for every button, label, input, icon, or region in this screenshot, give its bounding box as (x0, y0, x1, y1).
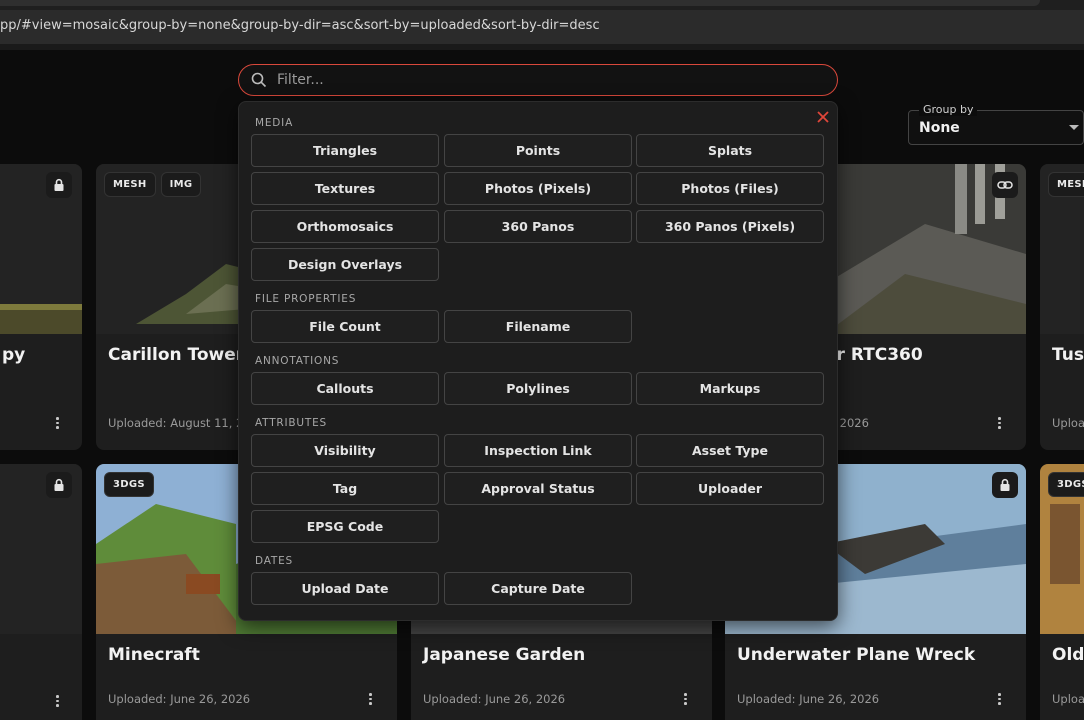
browser-tab[interactable] (0, 0, 1040, 6)
section-media: MEDIA (255, 117, 294, 129)
app-root: pp/#view=mosaic&group-by=none&group-by-d… (0, 0, 1084, 720)
kebab-menu-icon[interactable] (994, 692, 1004, 706)
section-attributes: ATTRIBUTES (255, 417, 328, 429)
close-icon[interactable] (816, 110, 830, 124)
card-badges: 3DGS (104, 472, 154, 497)
filter-upload-date[interactable]: Upload Date (251, 572, 439, 605)
card-uploaded: Uploaded: June 26, 2026 (423, 692, 566, 706)
group-by-value: None (919, 120, 960, 136)
card-title: Carillon Tower (108, 345, 245, 365)
filter-360-panos-pixels[interactable]: 360 Panos (Pixels) (636, 210, 824, 243)
card-title: Japanese Garden (423, 645, 586, 665)
filter-splats[interactable]: Splats (636, 134, 824, 167)
filter-triangles[interactable]: Triangles (251, 134, 439, 167)
card-badges: MESH IMG (104, 172, 202, 197)
browser-tab-strip (0, 0, 1084, 10)
link-icon[interactable] (992, 172, 1018, 198)
filter-file-count[interactable]: File Count (251, 310, 439, 343)
filter-points[interactable]: Points (444, 134, 632, 167)
card-uploaded: Uploa (1052, 416, 1084, 430)
badge-3dgs: 3DGS (1048, 472, 1084, 497)
filter-epsg-code[interactable]: EPSG Code (251, 510, 439, 543)
asset-card[interactable]: MESH Tus Uploa (1040, 164, 1084, 450)
card-title: py (2, 345, 26, 365)
lock-icon (46, 472, 72, 498)
badge-mesh: MESH (104, 172, 156, 197)
filter-360-panos[interactable]: 360 Panos (444, 210, 632, 243)
filter-photos-files[interactable]: Photos (Files) (636, 172, 824, 205)
section-dates: DATES (255, 555, 293, 567)
filter-inspection-link[interactable]: Inspection Link (444, 434, 632, 467)
filter-photos-pixels[interactable]: Photos (Pixels) (444, 172, 632, 205)
card-title: Underwater Plane Wreck (737, 645, 976, 665)
badge-img: IMG (160, 172, 202, 197)
filter-design-overlays[interactable]: Design Overlays (251, 248, 439, 281)
group-by-select[interactable]: Group by None (908, 103, 1084, 145)
filter-visibility[interactable]: Visibility (251, 434, 439, 467)
filter-asset-type[interactable]: Asset Type (636, 434, 824, 467)
asset-card[interactable]: 3DGS Old Uploa (1040, 464, 1084, 720)
group-by-label: Group by (919, 103, 978, 116)
card-title: er RTC360 (825, 345, 923, 365)
card-uploaded: Uploaded: August 11, 2 (108, 416, 244, 430)
card-badges: 3DGS (1048, 472, 1084, 497)
filter-panel: MEDIA Triangles Points Splats Textures P… (238, 101, 838, 621)
badge-mesh: MESH (1048, 172, 1084, 197)
card-title: Minecraft (108, 645, 200, 665)
filter-orthomosaics[interactable]: Orthomosaics (251, 210, 439, 243)
card-title: Old (1052, 645, 1084, 665)
card-uploaded: Uploa (1052, 692, 1084, 706)
filter-polylines[interactable]: Polylines (444, 372, 632, 405)
chevron-down-icon (1069, 125, 1079, 130)
section-file-properties: FILE PROPERTIES (255, 293, 357, 305)
kebab-menu-icon[interactable] (680, 692, 690, 706)
lock-icon (46, 172, 72, 198)
card-uploaded: Uploaded: June 26, 2026 (737, 692, 880, 706)
filter-filename[interactable]: Filename (444, 310, 632, 343)
filter-textures[interactable]: Textures (251, 172, 439, 205)
address-url[interactable]: pp/#view=mosaic&group-by=none&group-by-d… (0, 18, 600, 33)
card-uploaded: Uploaded: June 26, 2026 (108, 692, 251, 706)
kebab-menu-icon[interactable] (52, 694, 62, 708)
address-bar[interactable]: pp/#view=mosaic&group-by=none&group-by-d… (0, 10, 1084, 44)
search-icon (251, 72, 267, 88)
filter-search[interactable] (238, 64, 838, 96)
asset-card[interactable] (0, 464, 82, 720)
lock-icon (992, 472, 1018, 498)
card-badges: MESH (1048, 172, 1084, 197)
card-title: Tus (1052, 345, 1084, 365)
filter-approval-status[interactable]: Approval Status (444, 472, 632, 505)
browser-divider (0, 44, 1084, 50)
badge-3dgs: 3DGS (104, 472, 154, 497)
kebab-menu-icon[interactable] (52, 416, 62, 430)
filter-uploader[interactable]: Uploader (636, 472, 824, 505)
kebab-menu-icon[interactable] (365, 692, 375, 706)
filter-tag[interactable]: Tag (251, 472, 439, 505)
kebab-menu-icon[interactable] (994, 416, 1004, 430)
section-annotations: ANNOTATIONS (255, 355, 340, 367)
filter-callouts[interactable]: Callouts (251, 372, 439, 405)
filter-capture-date[interactable]: Capture Date (444, 572, 632, 605)
filter-markups[interactable]: Markups (636, 372, 824, 405)
asset-card[interactable]: py (0, 164, 82, 450)
filter-input[interactable] (277, 69, 817, 91)
